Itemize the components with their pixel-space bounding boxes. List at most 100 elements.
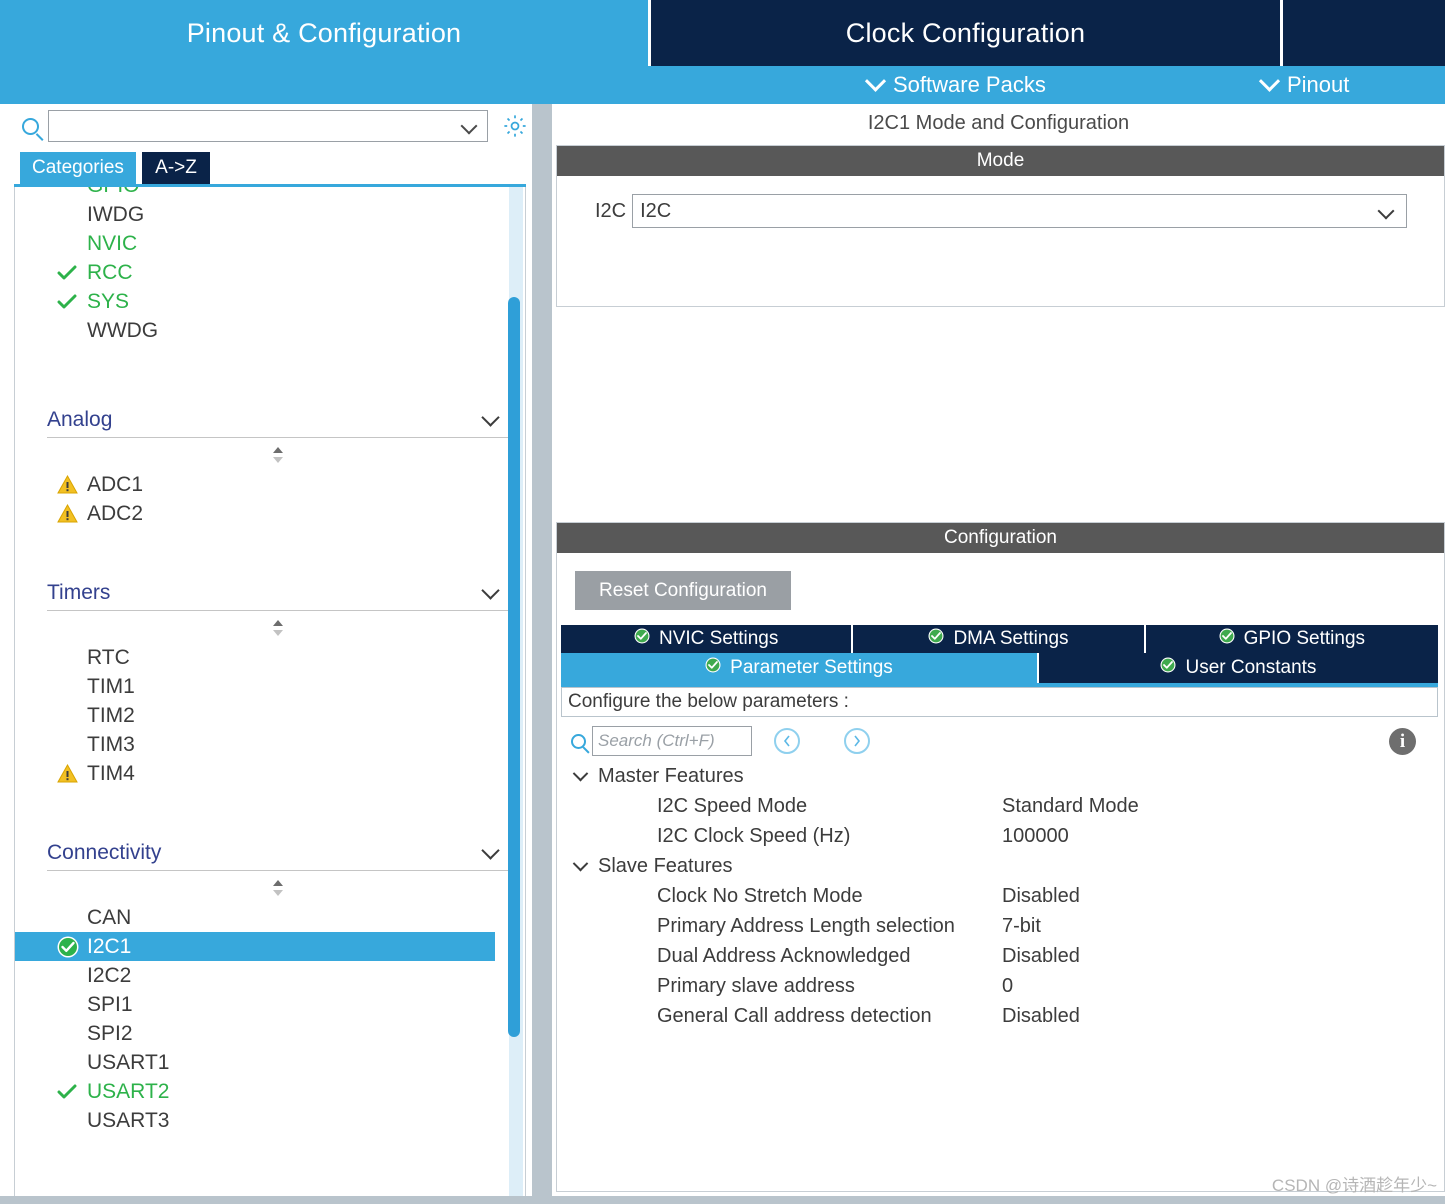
param-row[interactable]: Primary Address Length selection 7-bit xyxy=(561,911,1438,941)
tree-item-i2c2[interactable]: I2C2 xyxy=(15,961,495,990)
software-packs-label: Software Packs xyxy=(893,72,1046,97)
tree-item-iwdg[interactable]: IWDG xyxy=(15,200,495,229)
tree-item-status-icon xyxy=(57,1082,85,1102)
reset-configuration-button[interactable]: Reset Configuration xyxy=(575,571,791,610)
tree-item-label: NVIC xyxy=(87,231,138,255)
tree-item-tim2[interactable]: TIM2 xyxy=(15,701,495,730)
tree-group-label: Analog xyxy=(47,408,113,431)
tab-nvic-settings[interactable]: NVIC Settings xyxy=(561,625,854,653)
tree-item-i2c1[interactable]: I2C1 xyxy=(15,932,495,961)
tree-item-usart1[interactable]: USART1 xyxy=(15,1048,495,1077)
param-name: I2C Clock Speed (Hz) xyxy=(657,824,851,847)
parameter-search-box[interactable] xyxy=(592,726,752,756)
tab-a-to-z[interactable]: A->Z xyxy=(142,152,210,184)
sidebar-scrollbar-thumb[interactable] xyxy=(508,297,520,1037)
search-input[interactable] xyxy=(55,116,455,136)
tree-item-label: WWDG xyxy=(87,318,159,342)
param-row[interactable]: Dual Address Acknowledged Disabled xyxy=(561,941,1438,971)
search-previous-button[interactable] xyxy=(774,728,800,754)
tree-item-gpio[interactable]: GPIO xyxy=(15,187,495,200)
tree-item-sys[interactable]: SYS xyxy=(15,287,495,316)
param-row[interactable]: I2C Clock Speed (Hz) 100000 xyxy=(561,821,1438,851)
param-value[interactable]: 100000 xyxy=(1002,825,1069,848)
search-next-button[interactable] xyxy=(844,728,870,754)
param-name: Clock No Stretch Mode xyxy=(657,884,863,907)
configuration-section: Configuration Reset Configuration NVIC S… xyxy=(556,522,1445,1192)
mode-band-label: Mode xyxy=(976,150,1025,171)
tree-item-adc2[interactable]: ADC2 xyxy=(15,499,495,528)
sidebar-scrollbar-track[interactable] xyxy=(508,187,523,1199)
tree-item-nvic[interactable]: NVIC xyxy=(15,229,495,258)
pinout-menu[interactable]: Pinout xyxy=(1258,66,1349,104)
tab-label: GPIO Settings xyxy=(1243,628,1366,649)
tab-pinout-and-configuration[interactable]: Pinout & Configuration xyxy=(0,0,648,66)
gear-icon[interactable] xyxy=(502,113,528,139)
info-icon[interactable]: i xyxy=(1389,728,1416,755)
tab-dma-settings[interactable]: DMA Settings xyxy=(853,625,1146,653)
param-value[interactable]: 7-bit xyxy=(1002,915,1041,938)
group-scroll-spinner[interactable] xyxy=(270,445,286,465)
tree-item-label: IWDG xyxy=(87,202,145,226)
chevron-down-icon[interactable] xyxy=(572,765,589,781)
param-value[interactable]: 0 xyxy=(1002,975,1013,998)
sidebar-search-box[interactable] xyxy=(48,110,488,142)
param-value[interactable]: Standard Mode xyxy=(1002,795,1139,818)
tree-item-label: CAN xyxy=(87,905,132,929)
tree-item-wwdg[interactable]: WWDG xyxy=(15,316,495,345)
tree-item-usart2[interactable]: USART2 xyxy=(15,1077,495,1106)
tree-item-label: USART2 xyxy=(87,1079,170,1103)
configure-hint-label: Configure the below parameters : xyxy=(568,691,849,712)
tree-item-rtc[interactable]: RTC xyxy=(15,643,495,672)
tab-user-constants[interactable]: User Constants xyxy=(1038,653,1438,683)
param-value[interactable]: Disabled xyxy=(1002,945,1080,968)
param-value[interactable]: Disabled xyxy=(1002,1005,1080,1028)
chevron-down-icon[interactable] xyxy=(460,117,478,135)
tree-item-tim3[interactable]: TIM3 xyxy=(15,730,495,759)
panel-splitter[interactable] xyxy=(532,104,552,1204)
chevron-down-icon[interactable] xyxy=(481,841,500,860)
tree-item-status-icon xyxy=(57,475,85,494)
chevron-down-icon[interactable] xyxy=(1377,202,1395,220)
chevron-down-icon[interactable] xyxy=(481,408,500,427)
tab-status-icon xyxy=(1219,628,1235,650)
tree-group-connectivity[interactable]: Connectivity xyxy=(47,836,509,870)
tree-group-analog[interactable]: Analog xyxy=(47,403,509,437)
software-packs-menu[interactable]: Software Packs xyxy=(864,66,1046,104)
tree-item-label: TIM2 xyxy=(87,703,135,727)
i2c-mode-select[interactable]: I2C xyxy=(632,194,1408,228)
param-row[interactable]: General Call address detection Disabled xyxy=(561,1001,1438,1031)
tree-group-timers[interactable]: Timers xyxy=(47,576,509,610)
param-row[interactable]: Primary slave address 0 xyxy=(561,971,1438,1001)
param-name: I2C Speed Mode xyxy=(657,794,808,817)
tab-gpio-settings[interactable]: GPIO Settings xyxy=(1145,625,1438,653)
param-group-master-features[interactable]: Master Features xyxy=(561,761,1438,791)
tree-item-can[interactable]: CAN xyxy=(15,903,495,932)
tab-pinout-and-configuration-label: Pinout & Configuration xyxy=(186,17,462,48)
tab-categories[interactable]: Categories xyxy=(20,152,136,184)
param-name: General Call address detection xyxy=(657,1004,932,1027)
param-row[interactable]: I2C Speed Mode Standard Mode xyxy=(561,791,1438,821)
tab-label: User Constants xyxy=(1185,657,1317,678)
chevron-down-icon[interactable] xyxy=(572,855,589,871)
tree-item-tim1[interactable]: TIM1 xyxy=(15,672,495,701)
tree-item-adc1[interactable]: ADC1 xyxy=(15,470,495,499)
tree-item-spi2[interactable]: SPI2 xyxy=(15,1019,495,1048)
param-row[interactable]: Clock No Stretch Mode Disabled xyxy=(561,881,1438,911)
tab-overflow-area xyxy=(1280,0,1445,66)
group-scroll-spinner[interactable] xyxy=(270,878,286,898)
parameter-search-input[interactable] xyxy=(598,731,748,751)
param-value[interactable]: Disabled xyxy=(1002,885,1080,908)
tree-item-rcc[interactable]: RCC xyxy=(15,258,495,287)
tab-parameter-settings[interactable]: Parameter Settings xyxy=(561,653,1039,683)
chevron-down-icon xyxy=(1258,70,1281,92)
group-scroll-spinner[interactable] xyxy=(270,618,286,638)
tree-item-spi1[interactable]: SPI1 xyxy=(15,990,495,1019)
chevron-down-icon[interactable] xyxy=(481,581,500,600)
i2c-mode-field-label: I2C xyxy=(595,199,627,222)
tree-item-usart3[interactable]: USART3 xyxy=(15,1106,495,1135)
tab-clock-configuration[interactable]: Clock Configuration xyxy=(648,0,1280,66)
check-icon xyxy=(57,294,77,308)
param-group-slave-features[interactable]: Slave Features xyxy=(561,851,1438,881)
tree-item-tim4[interactable]: TIM4 xyxy=(15,759,495,788)
tab-status-icon xyxy=(705,657,721,679)
